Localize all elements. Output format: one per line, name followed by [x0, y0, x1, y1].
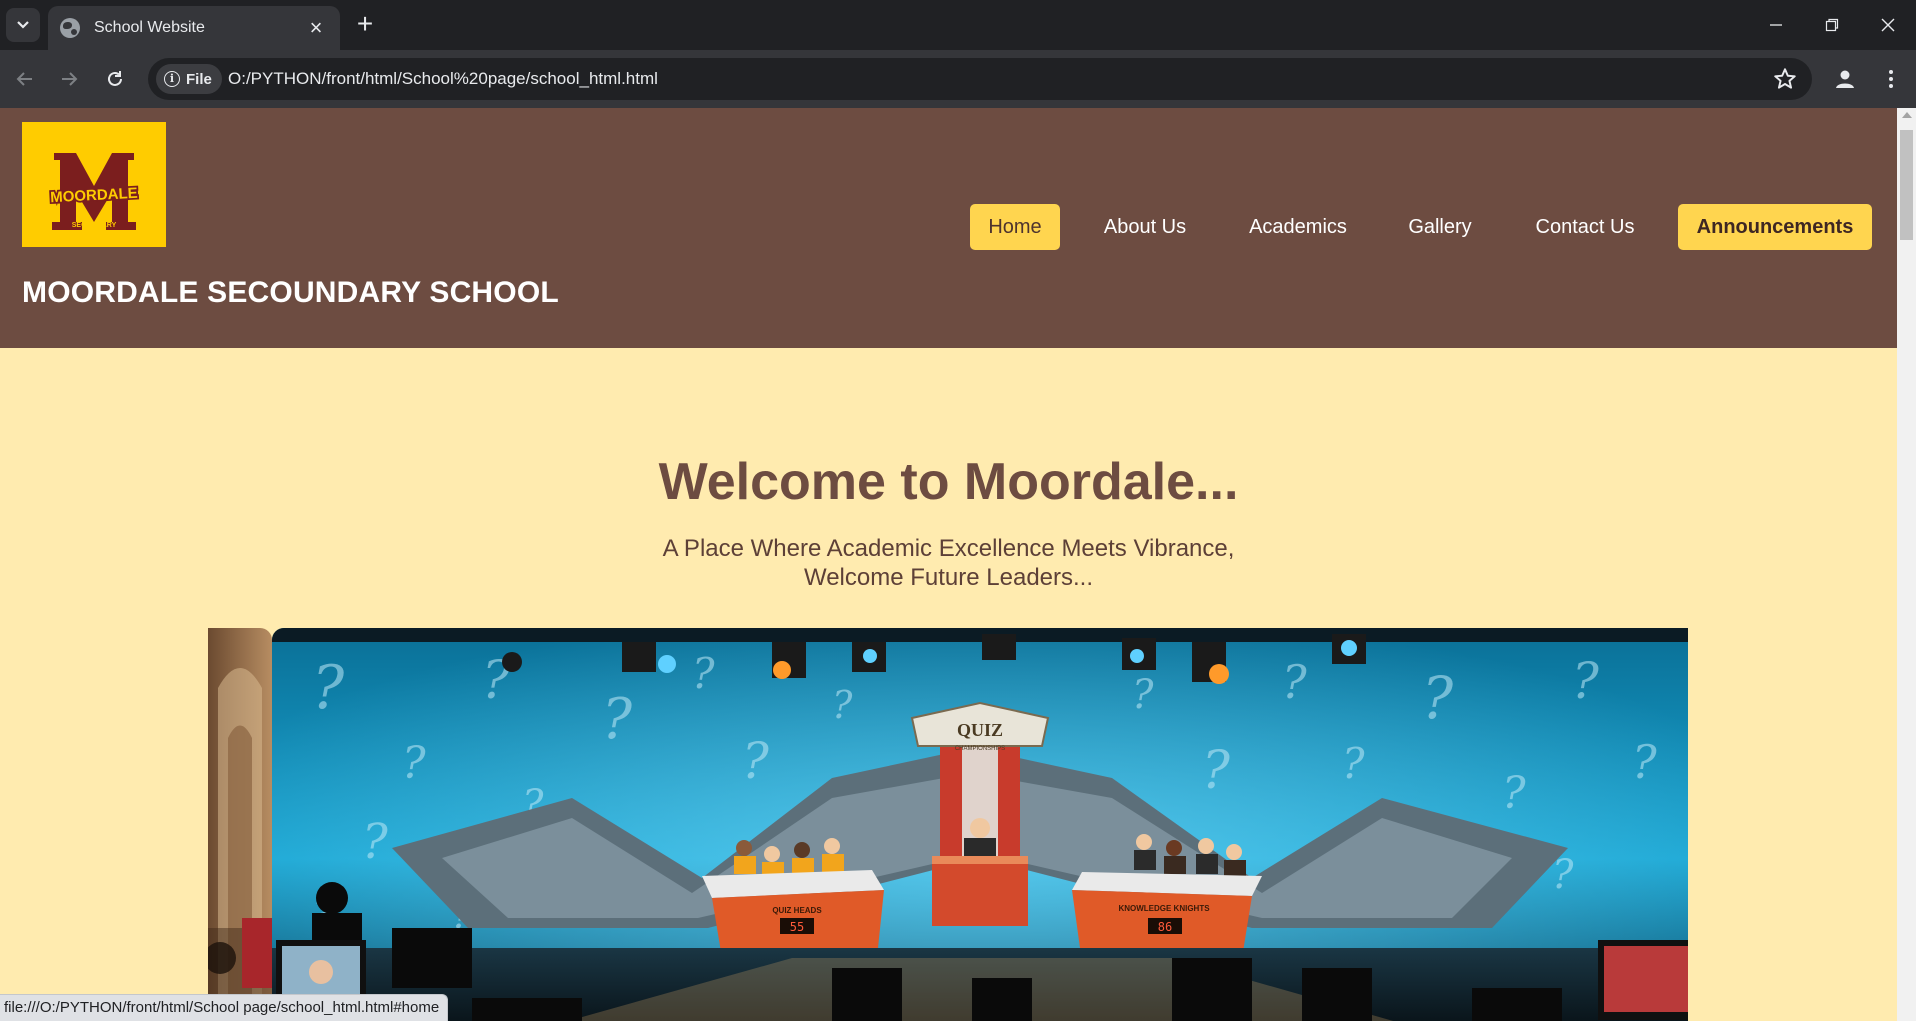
svg-text:?: ?: [1202, 741, 1231, 801]
school-logo[interactable]: MOORDALE SECONDARY: [22, 122, 166, 247]
browser-toolbar: i File O:/PYTHON/front/html/School%20pag…: [0, 50, 1916, 108]
arrow-right-icon: [62, 72, 78, 86]
tab-title: School Website: [94, 19, 205, 36]
svg-text:?: ?: [1282, 655, 1307, 709]
nav-contact-us[interactable]: Contact Us: [1520, 204, 1650, 250]
forward-button[interactable]: [52, 62, 86, 96]
info-icon: i: [164, 71, 180, 87]
moordale-crest-icon: MOORDALE SECONDARY: [48, 153, 140, 230]
restore-icon: [1825, 18, 1839, 32]
svg-text:?: ?: [742, 732, 770, 790]
profile-button[interactable]: [1828, 62, 1862, 96]
more-vert-icon: [1889, 70, 1893, 88]
carousel-prev-slide[interactable]: [208, 628, 272, 1021]
hero-subtitle: A Place Where Academic Excellence Meets …: [0, 534, 1897, 592]
close-window-button[interactable]: [1860, 0, 1916, 50]
browser-menu-button[interactable]: [1874, 62, 1908, 96]
minimize-icon: [1770, 24, 1782, 26]
image-carousel[interactable]: ?? ?? ?? ?? ?? ?? ?? ?? ?? ??: [208, 628, 1688, 1021]
scroll-up-arrow-icon[interactable]: [1902, 112, 1912, 118]
hero-title: Welcome to Moordale...: [658, 453, 1239, 511]
nav-about-us[interactable]: About Us: [1092, 204, 1198, 250]
restore-button[interactable]: [1804, 0, 1860, 50]
nav-academics[interactable]: Academics: [1234, 204, 1362, 250]
close-tab-icon[interactable]: ×: [304, 16, 328, 40]
svg-text:?: ?: [1502, 768, 1526, 819]
school-name: MOORDALE SECOUNDARY SCHOOL: [22, 276, 559, 309]
chip-label: File: [186, 70, 212, 88]
bookmark-star-icon[interactable]: [1772, 66, 1798, 92]
right-team-score: 86: [1158, 920, 1172, 934]
left-team-name: QUIZ HEADS: [772, 906, 822, 915]
svg-text:?: ?: [692, 649, 715, 698]
left-team-score: 55: [790, 920, 804, 934]
page-scrollbar[interactable]: [1897, 108, 1916, 1021]
svg-text:?: ?: [1342, 739, 1365, 788]
logo-subword: SECONDARY: [72, 222, 117, 229]
svg-text:?: ?: [312, 653, 345, 723]
link-status-bar: file:///O:/PYTHON/front/html/School page…: [0, 994, 449, 1021]
browser-tabstrip: School Website × +: [0, 0, 1916, 50]
person-icon: [1836, 70, 1854, 88]
chevron-down-icon: [17, 21, 29, 29]
hallway-photo: [208, 628, 272, 1021]
new-tab-button[interactable]: +: [350, 10, 380, 40]
stage-banner-title: QUIZ: [957, 720, 1003, 740]
back-button[interactable]: [8, 62, 42, 96]
svg-text:?: ?: [1132, 672, 1154, 718]
stage-banner-subtitle: CHAMPIONSHIPS: [955, 746, 1005, 752]
nav-announcements[interactable]: Announcements: [1678, 204, 1872, 250]
browser-tab[interactable]: School Website ×: [48, 6, 340, 50]
reload-icon: [108, 71, 122, 86]
minimize-button[interactable]: [1748, 0, 1804, 50]
site-header: MOORDALE SECONDARY MOORDALE SECOUNDARY S…: [0, 108, 1897, 348]
address-bar[interactable]: i File O:/PYTHON/front/html/School%20pag…: [148, 58, 1812, 100]
svg-text:?: ?: [832, 683, 853, 727]
svg-text:?: ?: [602, 687, 633, 752]
scrollbar-thumb[interactable]: [1900, 130, 1913, 240]
hero-subtitle-line-1: A Place Where Academic Excellence Meets …: [662, 535, 1235, 562]
svg-text:?: ?: [402, 738, 426, 789]
hero-subtitle-line-2: Welcome Future Leaders...: [803, 564, 1094, 591]
url-text[interactable]: O:/PYTHON/front/html/School%20page/schoo…: [228, 69, 658, 89]
arrow-left-icon: [16, 72, 32, 86]
svg-text:?: ?: [1632, 735, 1657, 789]
reload-button[interactable]: [98, 62, 132, 96]
quiz-stage-photo: ?? ?? ?? ?? ?? ?? ?? ?? ?? ??: [272, 628, 1688, 1021]
svg-text:?: ?: [362, 814, 388, 870]
nav-home[interactable]: Home: [970, 204, 1060, 250]
page-viewport: MOORDALE SECONDARY MOORDALE SECOUNDARY S…: [0, 108, 1897, 1021]
tab-search-button[interactable]: [6, 8, 40, 42]
nav-gallery[interactable]: Gallery: [1398, 204, 1482, 250]
close-icon: [1881, 18, 1895, 32]
site-info-chip[interactable]: i File: [156, 64, 222, 94]
carousel-active-slide[interactable]: ?? ?? ?? ?? ?? ?? ?? ?? ?? ??: [272, 628, 1688, 1021]
globe-icon: [60, 18, 80, 38]
svg-text:?: ?: [1422, 664, 1454, 732]
svg-text:?: ?: [1572, 652, 1600, 710]
right-team-name: KNOWLEDGE KNIGHTS: [1118, 904, 1210, 913]
